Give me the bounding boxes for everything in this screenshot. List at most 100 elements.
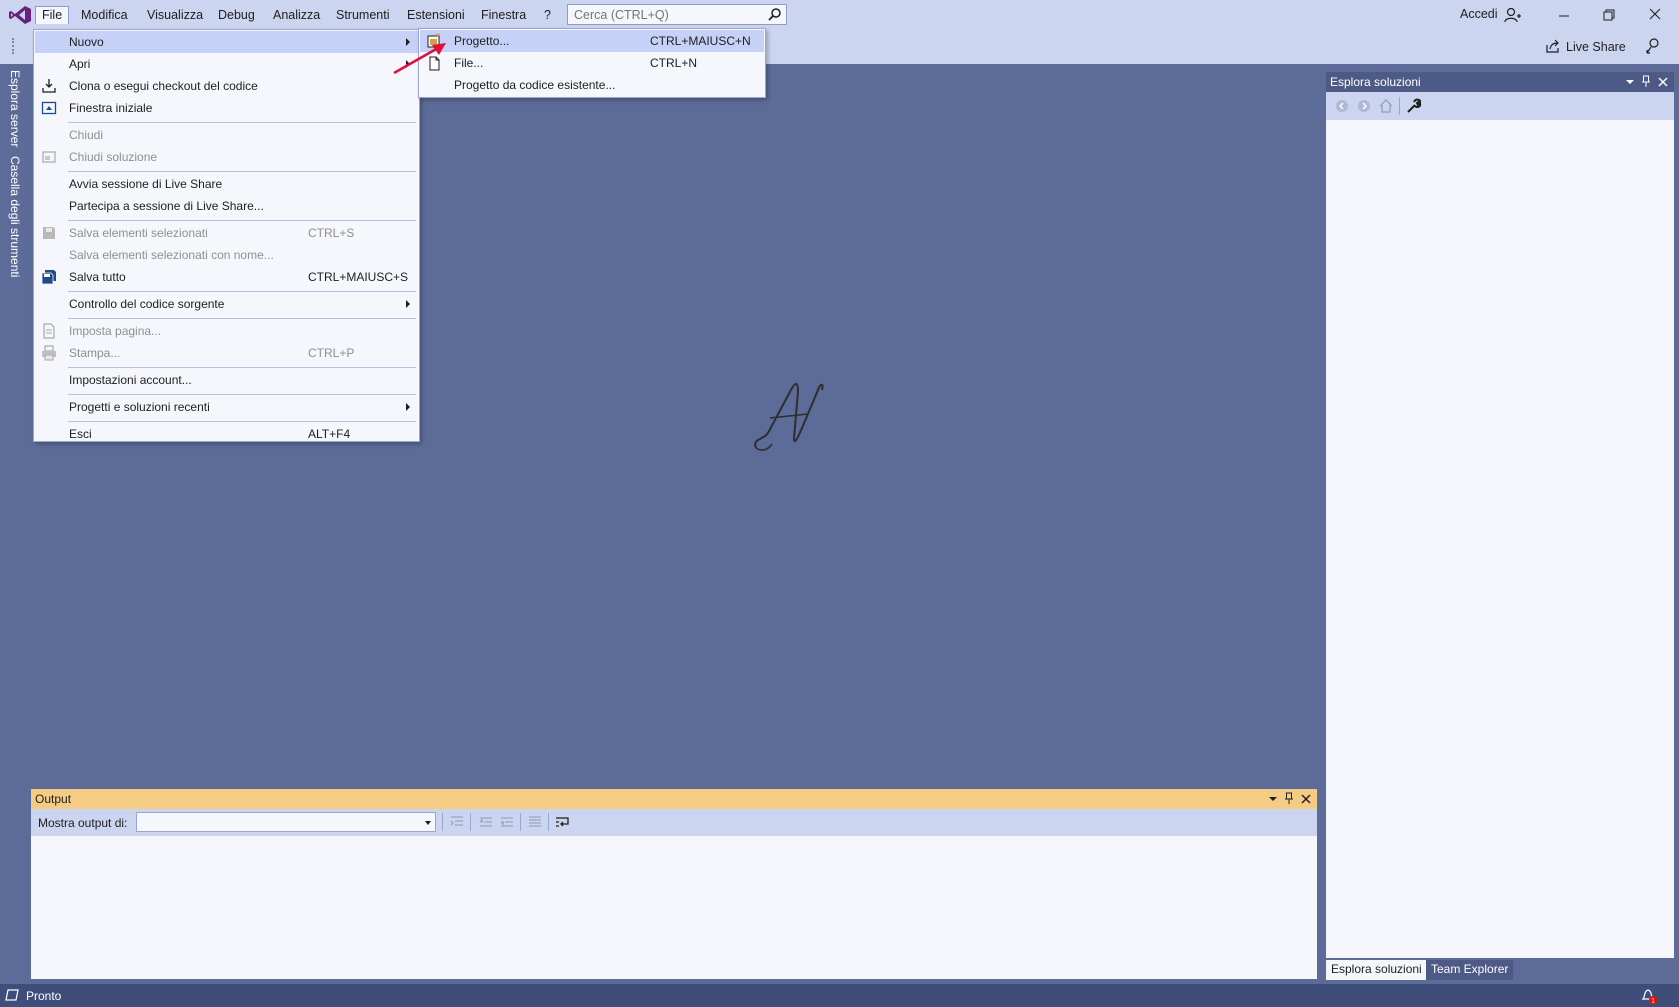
title-bar: File Modifica Visualizza Debug Analizza … [0,0,1679,30]
menu-item-label: Clona o esegui checkout del codice [69,79,258,93]
menu-item-controllo-codice[interactable]: Controllo del codice sorgente [35,293,418,315]
feedback-icon[interactable] [1644,37,1662,55]
menu-item-salva-con-nome[interactable]: Salva elementi selezionati con nome... [35,244,418,266]
menu-visualizza[interactable]: Visualizza [141,6,209,24]
menu-item-salva-selezionati[interactable]: Salva elementi selezionati CTRL+S [35,222,418,244]
menu-item-shortcut: CTRL+S [308,226,355,240]
dropdown-icon[interactable] [1624,76,1636,88]
annotation-arrow-icon [393,43,446,75]
close-icon[interactable] [1657,76,1669,88]
previous-message-icon[interactable] [478,814,494,830]
toolbar-separator [520,813,521,831]
chevron-down-icon [425,821,431,825]
menu-item-label: Progetto... [454,34,510,48]
menu-estensioni[interactable]: Estensioni [401,6,471,24]
status-window-icon [5,989,19,1001]
menu-item-file[interactable]: File... CTRL+N [420,52,764,74]
menu-item-label: Nuovo [69,35,104,49]
home-icon[interactable] [1378,98,1394,114]
restore-icon[interactable] [1599,5,1619,25]
submenu-arrow-icon [406,403,410,411]
menu-analizza[interactable]: Analizza [267,6,326,24]
menu-item-shortcut: ALT+F4 [308,427,351,441]
toolbar-separator [548,813,549,831]
menu-item-chiudi-soluzione[interactable]: Chiudi soluzione [35,146,418,168]
search-input[interactable] [568,5,758,24]
menu-separator [68,122,416,123]
menu-item-progetto-da-codice[interactable]: Progetto da codice esistente... [420,74,764,96]
properties-wrench-icon[interactable] [1406,98,1422,114]
toolbar-separator [470,813,471,831]
word-wrap-icon[interactable] [555,814,571,830]
menu-item-partecipa-live-share[interactable]: Partecipa a sessione di Live Share... [35,195,418,217]
menu-item-label: Progetti e soluzioni recenti [69,400,210,414]
menu-item-label: Imposta pagina... [69,324,162,338]
minimize-icon[interactable] [1554,5,1574,25]
sign-in-link[interactable]: Accedi [1460,7,1498,21]
menu-item-imposta-pagina[interactable]: Imposta pagina... [35,320,418,342]
tab-team-explorer[interactable]: Team Explorer [1426,960,1514,980]
menu-item-label: Apri [69,57,91,71]
live-share-button[interactable]: Live Share [1566,40,1626,54]
menu-item-esci[interactable]: Esci ALT+F4 [35,423,418,445]
menu-item-shortcut: CTRL+MAIUSC+N [650,34,751,48]
next-message-icon[interactable] [499,814,515,830]
menu-file[interactable]: File [35,6,70,24]
menu-help[interactable]: ? [538,6,557,24]
menu-item-finestra-iniziale[interactable]: Finestra iniziale [35,97,418,119]
menu-separator [68,421,416,422]
menu-item-label: Progetto da codice esistente... [454,78,616,92]
toolbar-grip[interactable] [12,38,16,54]
toolbar-separator [1399,97,1400,115]
back-icon[interactable] [1334,98,1350,114]
menu-item-shortcut: CTRL+N [650,56,698,70]
output-text-area[interactable] [31,836,1317,979]
menu-item-apri[interactable]: Apri [35,53,418,75]
pin-icon[interactable] [1283,792,1295,805]
find-message-icon[interactable] [449,814,465,830]
menu-item-label: Controllo del codice sorgente [69,297,225,311]
menu-separator [68,394,416,395]
menu-item-label: Chiudi [69,128,104,142]
menu-separator [68,171,416,172]
menu-debug[interactable]: Debug [212,6,261,24]
menu-strumenti[interactable]: Strumenti [330,6,396,24]
file-menu: Nuovo Apri Clona o esegui checkout del c… [33,29,420,442]
menu-item-label: File... [454,56,484,70]
tab-server-explorer[interactable]: Esplora server [8,70,22,147]
menu-item-clona[interactable]: Clona o esegui checkout del codice [35,75,418,97]
pin-icon[interactable] [1640,75,1652,88]
menu-item-label: Salva elementi selezionati con nome... [69,248,274,262]
close-icon[interactable] [1645,4,1665,24]
search-box[interactable] [567,4,787,25]
dropdown-icon[interactable] [1267,793,1279,805]
forward-icon[interactable] [1356,98,1372,114]
save-icon [43,227,55,239]
close-icon[interactable] [1300,793,1312,805]
menu-item-label: Stampa... [69,346,121,360]
menu-item-progetto[interactable]: Progetto... CTRL+MAIUSC+N [420,30,764,52]
menu-item-recenti[interactable]: Progetti e soluzioni recenti [35,396,418,418]
clone-download-icon [42,79,56,93]
menu-item-nuovo[interactable]: Nuovo [35,31,418,53]
clear-all-icon[interactable] [527,814,543,830]
notification-bell-icon[interactable]: 1 [1640,987,1658,1005]
start-window-icon [41,101,57,115]
tab-toolbox[interactable]: Casella degli strumenti [8,156,22,277]
tab-solution-explorer[interactable]: Esplora soluzioni [1326,960,1427,980]
menu-item-salva-tutto[interactable]: Salva tutto CTRL+MAIUSC+S [35,266,418,288]
menu-finestra[interactable]: Finestra [475,6,532,24]
menu-item-avvia-live-share[interactable]: Avvia sessione di Live Share [35,173,418,195]
menu-item-chiudi[interactable]: Chiudi [35,124,418,146]
output-source-select[interactable] [136,812,436,832]
solution-explorer-tabs: Esplora soluzioni Team Explorer [1326,958,1674,980]
menu-separator [68,367,416,368]
menu-item-stampa[interactable]: Stampa... CTRL+P [35,342,418,364]
solution-explorer-header: Esplora soluzioni [1326,72,1674,92]
menu-item-impostazioni-account[interactable]: Impostazioni account... [35,369,418,391]
solution-explorer-tree[interactable] [1327,120,1673,958]
live-share-icon[interactable] [1546,39,1560,53]
watermark-logo-icon [754,382,824,451]
add-account-icon[interactable] [1504,6,1522,24]
menu-modifica[interactable]: Modifica [75,6,134,24]
